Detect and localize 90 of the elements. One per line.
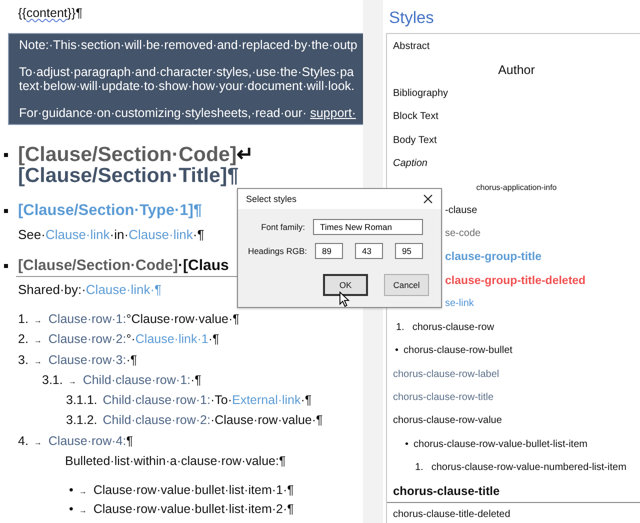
- style-item[interactable]: -clause: [445, 204, 478, 216]
- paragraph-mark-icon: [4, 264, 8, 268]
- section-code: [Clause/Section·Code]: [18, 257, 178, 274]
- section-code: [Clause/Section·Code]: [18, 143, 237, 166]
- close-icon[interactable]: [423, 194, 433, 204]
- field-label: Headings RGB:: [248, 246, 307, 256]
- style-item[interactable]: chorus-clause-title-deleted: [393, 509, 510, 520]
- row-number: 1.: [18, 312, 28, 326]
- text: Clause·row·value·bullet·list·item·2·¶: [93, 502, 294, 516]
- text: ·¶: [190, 372, 202, 387]
- row-label: Child·clause·row·1:: [82, 372, 191, 387]
- tab-mark: →: [78, 487, 87, 496]
- style-item[interactable]: Block Text: [393, 111, 438, 122]
- row-number: 3.1.2.: [66, 413, 98, 428]
- tab-mark: →: [34, 336, 42, 346]
- tab-mark: →: [34, 438, 42, 447]
- dialog-title: Select styles: [246, 194, 297, 204]
- style-item[interactable]: Body Text: [393, 134, 437, 146]
- text: ¶: [126, 434, 133, 448]
- list-marker: 1.: [396, 322, 404, 333]
- text: See·: [18, 227, 46, 242]
- text: ·[Claus: [178, 257, 229, 274]
- input-field[interactable]: Times New Roman: [313, 219, 423, 235]
- style-item[interactable]: chorus-clause-row-label: [393, 368, 500, 380]
- row-number: 2.: [18, 332, 28, 346]
- style-item[interactable]: chorus-clause-title: [393, 484, 500, 498]
- row-label: Child·clause·row·2:: [102, 413, 210, 428]
- text: {{: [18, 6, 26, 20]
- input-field[interactable]: 43: [355, 243, 383, 259]
- note-text: Note:·This·section·will·be·removed·and·replaced·by·the·outp: [19, 38, 358, 52]
- bullet-mark: •: [69, 502, 74, 516]
- style-item[interactable]: clause-group-title-deleted: [445, 274, 586, 287]
- dialog-button[interactable]: Cancel: [384, 274, 429, 296]
- row-number: 3.: [18, 352, 28, 367]
- bullet-mark: •: [69, 483, 74, 498]
- style-item[interactable]: chorus-application-info: [476, 182, 557, 192]
- row-label: Clause·row·3:: [48, 352, 126, 367]
- text: °Clause·row·value·¶: [126, 312, 240, 326]
- style-item[interactable]: chorus-clause-row-title: [393, 392, 494, 404]
- style-item[interactable]: chorus-clause-row: [412, 322, 494, 333]
- text: Clause·row·value·bullet·list·item·1·¶: [93, 483, 294, 498]
- text: ·To·: [210, 393, 232, 408]
- text: Bulleted·list·within·a·clause·row·value:¶: [65, 454, 286, 468]
- paragraph-mark-icon: [4, 153, 8, 157]
- style-item[interactable]: chorus-clause-row-value-bullet-list-item: [414, 438, 588, 450]
- input-field[interactable]: 95: [395, 243, 423, 259]
- text: ·¶: [300, 393, 312, 408]
- note-text: For·guidance·on·customizing·stylesheets,·read·our·: [19, 106, 307, 120]
- text: ·¶: [192, 227, 204, 242]
- support-link[interactable]: support·: [310, 106, 356, 120]
- style-item[interactable]: Author: [498, 63, 535, 78]
- pane-title: Styles: [388, 8, 435, 29]
- tab-mark: →: [68, 376, 76, 386]
- list-marker: •: [405, 438, 409, 450]
- list-marker: •: [395, 345, 399, 356]
- style-item[interactable]: Abstract: [393, 41, 430, 52]
- section-title: [Clause/Section·Title]¶: [18, 164, 239, 187]
- style-item[interactable]: chorus-clause-row-value: [393, 415, 502, 426]
- row-label: Child·clause·row·1:: [102, 393, 210, 408]
- text: ·in·: [110, 227, 129, 242]
- row-number: 4.: [18, 434, 28, 448]
- row-number: 3.1.1.: [66, 393, 98, 408]
- input-field[interactable]: 89: [315, 243, 343, 259]
- style-item[interactable]: se-code: [445, 228, 481, 240]
- row-label: Clause·row·1:: [48, 312, 126, 326]
- style-item[interactable]: chorus-clause-row-bullet: [404, 345, 512, 356]
- dialog-button[interactable]: OK: [323, 274, 368, 296]
- field-name[interactable]: content: [26, 6, 68, 20]
- style-item[interactable]: Caption: [393, 158, 428, 170]
- row-label: Clause·row·2:: [48, 332, 126, 346]
- paragraph-mark-icon: [4, 209, 8, 213]
- line-break-mark: ↵: [236, 143, 255, 166]
- mouse-pointer-icon: [339, 291, 350, 308]
- style-item[interactable]: chorus-clause-row-value-numbered-list-item: [431, 462, 626, 474]
- tab-mark: →: [34, 356, 42, 366]
- field-label: Font family:: [261, 222, 305, 232]
- list-marker: 1.: [415, 462, 424, 474]
- text: ·¶: [208, 332, 220, 346]
- text: ·Clause·row·value·¶: [210, 413, 323, 428]
- note-text: To·adjust·paragraph·and·character·styles,·use·the·Styles·pa: [19, 64, 354, 78]
- text: ·¶: [126, 352, 138, 367]
- note-text: text·below·will·update·to·show·how·your·document·will·look.: [19, 79, 355, 93]
- text: }}¶: [67, 6, 82, 20]
- text: °·: [126, 332, 136, 346]
- style-item[interactable]: Bibliography: [393, 88, 448, 99]
- text: Shared·by:·: [18, 282, 86, 297]
- tab-mark: →: [34, 316, 42, 325]
- row-number: 3.1.: [42, 372, 63, 387]
- row-label: Clause·row·4:: [48, 434, 126, 448]
- tab-mark: →: [78, 506, 87, 515]
